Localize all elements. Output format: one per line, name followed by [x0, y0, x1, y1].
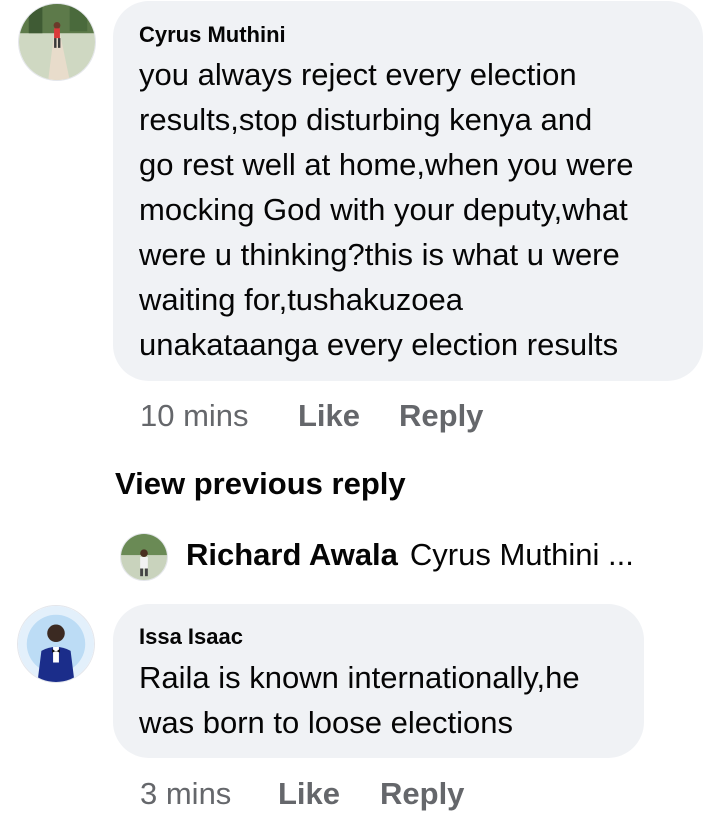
comment-author[interactable]: Cyrus Muthini — [139, 22, 286, 48]
view-previous-reply-link[interactable]: View previous reply — [115, 466, 406, 502]
reply-preview[interactable]: Richard Awala Cyrus Muthini ... — [186, 537, 634, 573]
avatar-photo-icon — [19, 4, 95, 80]
reply-button[interactable]: Reply — [380, 776, 464, 812]
comment-text: Raila is known internationally,he was bo… — [139, 660, 580, 740]
like-button[interactable]: Like — [298, 398, 360, 434]
like-button[interactable]: Like — [278, 776, 340, 812]
avatar-richard[interactable] — [120, 533, 168, 581]
comment-text: you always reject every election results… — [139, 57, 634, 362]
comment-time[interactable]: 10 mins — [140, 398, 249, 434]
avatar-photo-icon — [121, 534, 167, 580]
reply-button[interactable]: Reply — [399, 398, 483, 434]
comment-author[interactable]: Issa Isaac — [139, 624, 243, 650]
reply-snippet[interactable]: Cyrus Muthini ... — [410, 537, 634, 572]
reply-author[interactable]: Richard Awala — [186, 537, 398, 572]
avatar-cyrus[interactable] — [18, 3, 96, 81]
avatar-issa[interactable] — [17, 605, 95, 683]
avatar-photo-icon — [18, 606, 94, 682]
comment-time[interactable]: 3 mins — [140, 776, 231, 812]
